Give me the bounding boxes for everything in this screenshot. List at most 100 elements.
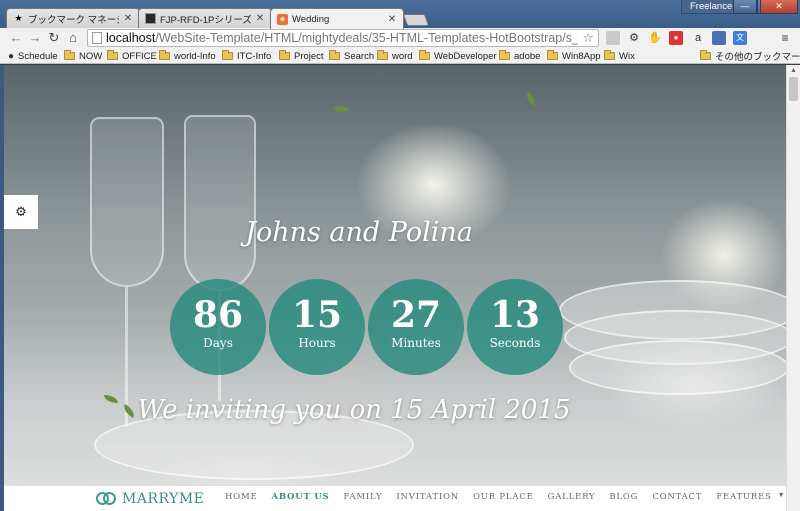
leaf-decoration [523,91,539,107]
folder-icon [329,50,340,60]
countdown-label: Seconds [489,336,541,350]
countdown-value: 15 [291,294,343,336]
bookmark-webdeveloper[interactable]: WebDeveloper [419,49,497,63]
gear-icon[interactable]: ⚙ [627,31,641,45]
folder-icon [107,50,118,60]
nav-features[interactable]: FEATURES [716,492,771,502]
countdown-hours: 15 Hours [269,279,365,375]
nav-invitation[interactable]: INVITATION [396,492,459,502]
bookmark-now[interactable]: NOW [64,49,102,63]
countdown-value: 86 [192,294,244,336]
bookmark-world-info[interactable]: world-Info [159,49,216,63]
bookmark-search[interactable]: Search [329,49,374,63]
bookmark-label: Schedule [18,50,58,62]
close-tab-icon[interactable]: ✕ [123,13,133,24]
scroll-thumb[interactable] [789,77,798,101]
folder-icon [159,50,170,60]
url-host: localhost [106,31,156,45]
rings-icon [96,490,118,508]
bookmark-label: OFFICE [122,50,157,62]
chevron-down-icon[interactable]: ▼ [778,492,785,502]
countdown-label: Minutes [391,336,441,350]
bookmark-label: Win8App [562,50,601,62]
page-info-icon[interactable] [92,32,102,44]
minimize-button[interactable]: — [733,0,757,14]
tab-title: Wedding [292,13,330,25]
bookmark-label: word [392,50,413,62]
back-icon[interactable]: ← [8,30,24,46]
bookmark-itc-info[interactable]: ITC-Info [222,49,271,63]
close-tab-icon[interactable]: ✕ [387,14,397,25]
folder-icon [419,50,430,60]
bookmark-label: Project [294,50,324,62]
page-viewport: ⚙ Johns and Polina 86 Days 15 Hours 27 M… [4,65,786,511]
bookmark-schedule[interactable]: ● Schedule [8,49,58,63]
countdown-label: Days [203,336,233,350]
champagne-glass [90,117,164,287]
extension-hand-icon[interactable]: ✋ [648,31,662,45]
nav-gallery[interactable]: GALLERY [548,492,596,502]
browser-toolbar: ← → ↻ ⌂ localhost/WebSite-Template/HTML/… [0,28,800,48]
extension-red-icon[interactable]: ● [669,31,683,45]
other-bookmarks[interactable]: その他のブックマーク [700,49,800,63]
plate-stack [569,340,786,395]
nav-contact[interactable]: CONTACT [652,492,702,502]
countdown-label: Hours [298,336,336,350]
bookmark-label: ITC-Info [237,50,272,62]
tab-bookmark-manager[interactable]: ★ ブックマーク マネージャ ✕ [6,8,140,28]
tab-fjp[interactable]: FJP-RFD-1Pシリーズ［1ベ ✕ [138,8,272,28]
bookmark-label: Wix [619,50,635,62]
brand-name: MARRYME [122,491,205,507]
wedding-favicon: ◈ [277,13,288,25]
bookmark-label: Search [344,50,375,62]
bookmark-win8app[interactable]: Win8App [547,49,601,63]
home-icon[interactable]: ⌂ [65,30,81,46]
bookmark-wix[interactable]: Wix [604,49,635,63]
folder-icon [700,50,711,60]
scroll-up-icon[interactable]: ▲ [790,67,797,74]
bookmark-project[interactable]: Project [279,49,324,63]
folder-icon [499,50,510,60]
menu-icon[interactable]: ≡ [778,31,792,45]
bookmark-label: NOW [79,50,103,62]
folder-icon [604,50,615,60]
bookmark-label: world-Info [174,50,216,62]
star-icon: ★ [14,13,23,23]
url-text[interactable]: localhost/WebSite-Template/HTML/mightyde… [106,31,578,45]
site-logo[interactable]: MARRYME [96,488,204,510]
nav-family[interactable]: FAMILY [344,492,383,502]
site-navbar: MARRYME HOME ABOUT US FAMILY INVITATION … [4,485,786,511]
tab-wedding[interactable]: ◈ Wedding ✕ [270,8,404,29]
translate-icon[interactable]: 文 [733,31,747,45]
amazon-icon[interactable]: a [691,31,705,45]
nav-home[interactable]: HOME [225,492,258,502]
close-tab-icon[interactable]: ✕ [255,13,265,24]
countdown-days: 86 Days [170,279,266,375]
forward-icon[interactable]: → [27,30,43,46]
nav-our-place[interactable]: OUR PLACE [473,492,534,502]
nav-about-us[interactable]: ABOUT US [272,492,330,502]
shield-icon[interactable] [712,31,726,45]
close-window-button[interactable]: ✕ [760,0,798,14]
tab-title: FJP-RFD-1Pシリーズ［1ベ [160,14,251,26]
new-tab-button[interactable] [402,14,430,26]
bookmark-office[interactable]: OFFICE [107,49,157,63]
folder-icon [547,50,558,60]
leaf-decoration [333,102,349,116]
folder-icon [222,50,233,60]
nav-blog[interactable]: BLOG [609,492,638,502]
page-icon [145,13,156,24]
page-scrollbar[interactable]: ▲ [786,65,800,511]
bookmark-star-icon[interactable]: ☆ [582,30,594,46]
address-bar[interactable]: localhost/WebSite-Template/HTML/mightyde… [87,29,599,47]
countdown-seconds: 13 Seconds [467,279,563,375]
bookmark-word[interactable]: word [377,49,413,63]
site-menu: HOME ABOUT US FAMILY INVITATION OUR PLAC… [225,492,785,502]
tab-title: ブックマーク マネージャ [28,14,119,26]
bookmark-adobe[interactable]: adobe [499,49,540,63]
extension-screen-icon[interactable] [606,31,620,45]
folder-icon [279,50,290,60]
invitation-text: We inviting you on 15 April 2015 [137,395,571,425]
other-bookmarks-label: その他のブックマーク [715,52,800,63]
reload-icon[interactable]: ↻ [46,30,62,46]
